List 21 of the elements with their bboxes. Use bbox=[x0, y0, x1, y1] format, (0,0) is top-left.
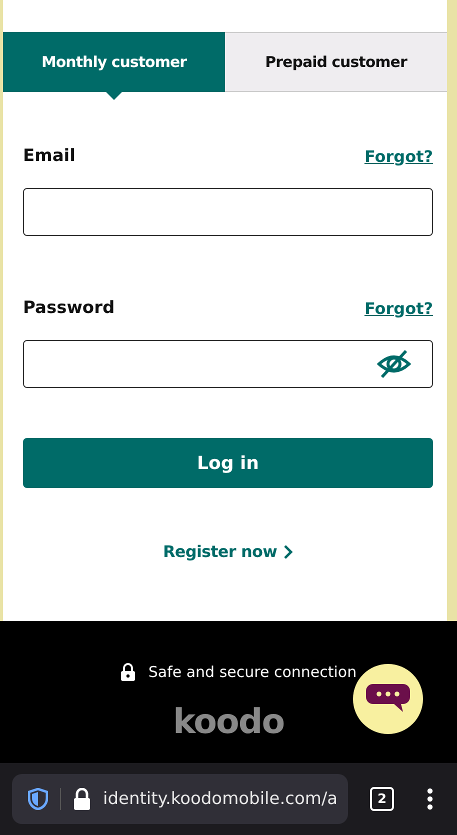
secure-connection-text: Safe and secure connection bbox=[148, 663, 357, 681]
forgot-link[interactable]: Forgot? bbox=[364, 146, 433, 166]
lock-icon bbox=[120, 663, 136, 681]
field-label: Email bbox=[23, 146, 76, 166]
lock-icon bbox=[73, 788, 91, 810]
brand-logo: koodo bbox=[172, 705, 284, 741]
tab-pointer-icon bbox=[105, 91, 123, 100]
register-link[interactable]: Register now bbox=[163, 542, 293, 561]
field-label: Password bbox=[23, 298, 115, 318]
url-text: identity.koodomobile.com/a bbox=[103, 789, 338, 809]
chevron-right-icon bbox=[282, 544, 293, 560]
email-field[interactable] bbox=[23, 188, 433, 236]
login-button[interactable]: Log in bbox=[23, 438, 433, 488]
tab-count-button[interactable]: 2 bbox=[370, 787, 394, 811]
password-field[interactable] bbox=[23, 340, 433, 388]
hidden-eye-icon[interactable] bbox=[376, 349, 412, 379]
forgot-link[interactable]: Forgot? bbox=[364, 298, 433, 318]
menu-icon[interactable] bbox=[426, 788, 434, 810]
customer-tab[interactable]: Prepaid customer bbox=[225, 32, 447, 92]
address-bar[interactable]: identity.koodomobile.com/a bbox=[12, 774, 348, 824]
shield-icon[interactable] bbox=[28, 788, 48, 810]
